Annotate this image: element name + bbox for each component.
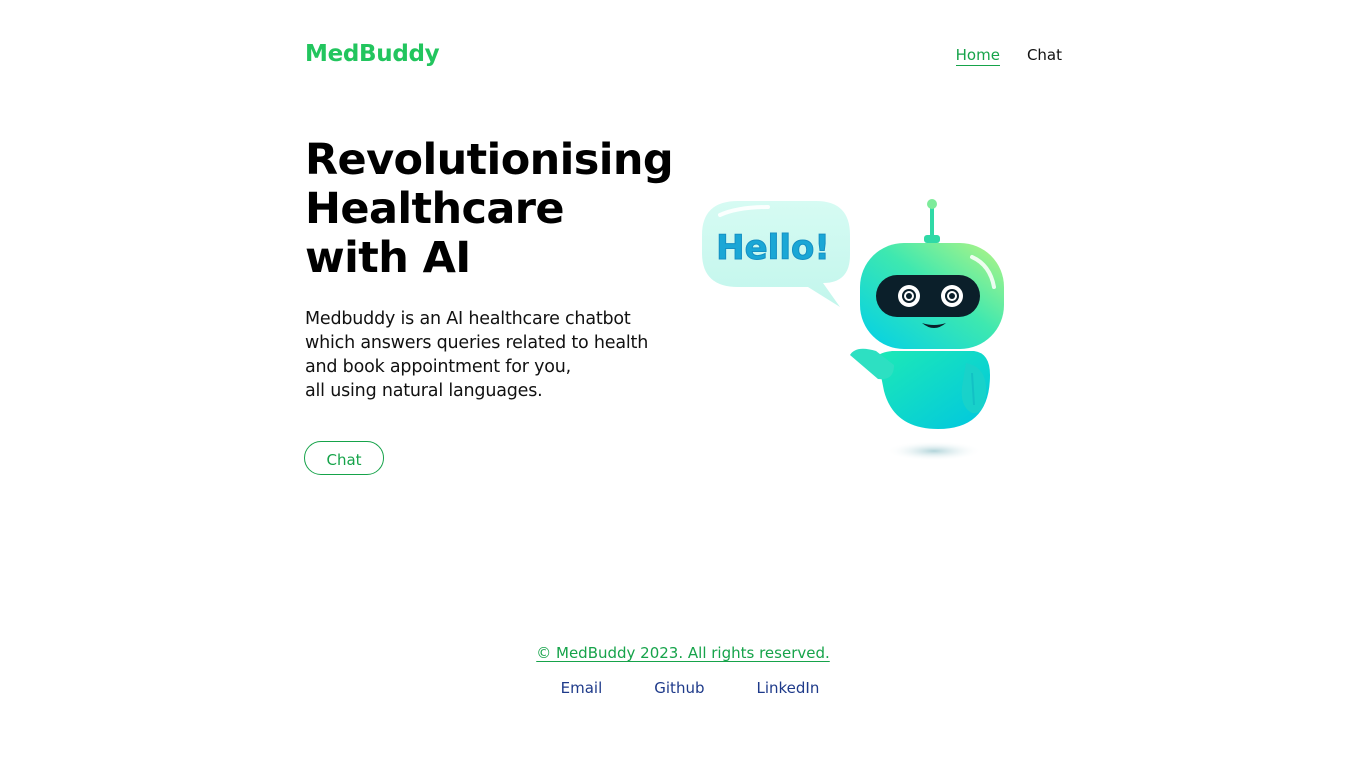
hero-title-line: with AI	[305, 233, 471, 283]
nav-chat-link[interactable]: Chat	[1027, 45, 1062, 66]
nav-home-link[interactable]: Home	[955, 45, 1000, 66]
hero-title: Revolutionising Healthcare with AI	[305, 135, 674, 283]
speech-bubble: Hello!	[702, 201, 850, 307]
speech-bubble-text: Hello!	[716, 228, 830, 268]
footer-link-github[interactable]: Github	[654, 678, 704, 698]
robot-shadow	[886, 441, 982, 461]
antenna-icon	[924, 199, 940, 243]
hero-description-line: all using natural languages.	[305, 381, 543, 401]
hero-description-line: Medbuddy is an AI healthcare chatbot	[305, 309, 631, 329]
brand-logo[interactable]: MedBuddy	[305, 41, 440, 67]
footer-link-linkedin[interactable]: LinkedIn	[756, 678, 819, 698]
hero-title-line: Healthcare	[305, 184, 565, 234]
page: MedBuddy Home Chat Revolutionising Healt…	[0, 0, 1366, 768]
hero-description-line: which answers queries related to health	[305, 333, 649, 353]
hero-description: Medbuddy is an AI healthcare chatbot whi…	[305, 307, 685, 403]
footer-link-email[interactable]: Email	[561, 678, 603, 698]
main-nav: Home Chat	[955, 45, 1062, 66]
chat-cta-button[interactable]: Chat	[304, 441, 384, 475]
robot-visor	[876, 275, 980, 317]
copyright-link[interactable]: © MedBuddy 2023. All rights reserved.	[536, 643, 830, 663]
footer: © MedBuddy 2023. All rights reserved. Em…	[0, 643, 1366, 698]
hero-description-line: and book appointment for you,	[305, 357, 572, 377]
hero-title-line: Revolutionising	[305, 135, 674, 185]
footer-links: Email Github LinkedIn	[0, 678, 1366, 698]
robot-illustration: Hello!	[702, 199, 1004, 461]
